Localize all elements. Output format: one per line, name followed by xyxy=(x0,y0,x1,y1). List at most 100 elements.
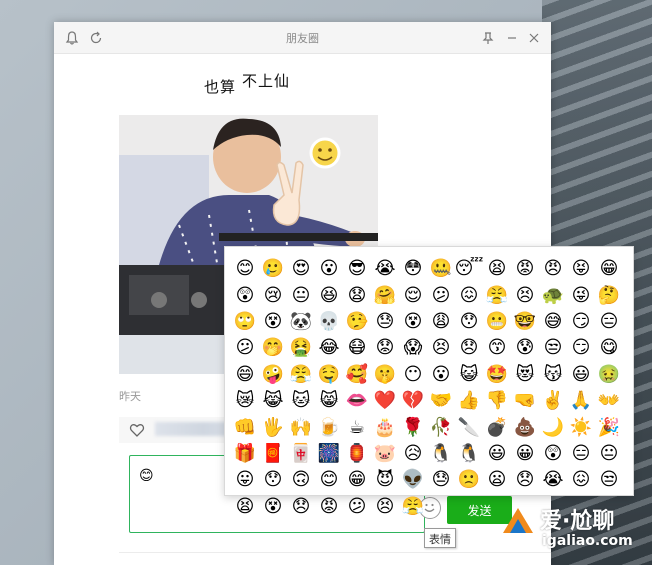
emoji-item[interactable]: 👍 xyxy=(455,388,483,414)
emoji-item[interactable]: 😲 xyxy=(231,282,259,308)
emoji-item[interactable]: 😦 xyxy=(483,467,511,493)
emoji-item[interactable]: 🌹 xyxy=(399,414,427,440)
emoji-item[interactable]: 🥀 xyxy=(427,414,455,440)
emoji-item[interactable]: 😍 xyxy=(287,256,315,282)
emoji-item[interactable]: 💣 xyxy=(483,414,511,440)
emoji-item[interactable]: 🤔 xyxy=(595,282,623,308)
emoji-item[interactable]: 🤩 xyxy=(483,362,511,388)
emoji-item[interactable]: 🐧 xyxy=(455,441,483,467)
emoji-item[interactable]: 🤢 xyxy=(595,362,623,388)
emoji-item[interactable]: 😤 xyxy=(399,494,427,520)
emoji-item[interactable]: 😓 xyxy=(427,467,455,493)
emoji-item[interactable]: 😓 xyxy=(371,309,399,335)
emoji-item[interactable]: 😌 xyxy=(399,282,427,308)
emoji-item[interactable]: 😵 xyxy=(399,309,427,335)
emoji-item[interactable]: 🐷 xyxy=(371,441,399,467)
emoji-item[interactable]: 😑 xyxy=(567,441,595,467)
emoji-item[interactable]: 🤪 xyxy=(259,362,287,388)
emoji-item[interactable]: 😻 xyxy=(511,362,539,388)
emoji-item[interactable]: 😵 xyxy=(259,309,287,335)
emoji-item[interactable]: 😞 xyxy=(287,494,315,520)
emoji-item[interactable]: 😒 xyxy=(595,467,623,493)
emoji-item[interactable]: 🤜 xyxy=(511,388,539,414)
emoji-item[interactable]: 👎 xyxy=(483,388,511,414)
emoji-item[interactable]: 😄 xyxy=(231,362,259,388)
emoji-item[interactable]: 😰 xyxy=(511,335,539,361)
emoji-item[interactable]: 😵 xyxy=(259,494,287,520)
emoji-item[interactable]: 🐼 xyxy=(287,309,315,335)
emoji-item[interactable]: 🌙 xyxy=(539,414,567,440)
emoji-item[interactable]: 🙁 xyxy=(455,467,483,493)
emoji-item[interactable]: 😯 xyxy=(259,467,287,493)
emoji-item[interactable]: 😊 xyxy=(231,256,259,282)
emoji-item[interactable]: 😒 xyxy=(539,335,567,361)
emoji-item[interactable]: 🎉 xyxy=(595,414,623,440)
emoji-item[interactable]: 🤝 xyxy=(427,388,455,414)
emoji-item[interactable]: 😕 xyxy=(343,494,371,520)
emoji-item[interactable]: 😮 xyxy=(315,256,343,282)
emoji-item[interactable]: 💩 xyxy=(511,414,539,440)
emoji-item[interactable]: 😥 xyxy=(399,441,427,467)
emoji-item[interactable]: 🎂 xyxy=(371,414,399,440)
emoji-item[interactable]: 🥲 xyxy=(259,256,287,282)
emoji-item[interactable]: 😣 xyxy=(427,335,455,361)
emoji-item[interactable]: 💀 xyxy=(315,309,343,335)
emoji-item[interactable]: 🐱 xyxy=(287,388,315,414)
emoji-item[interactable]: 😏 xyxy=(567,335,595,361)
emoji-item[interactable]: 👄 xyxy=(343,388,371,414)
emoji-item[interactable]: 😸 xyxy=(315,388,343,414)
emoji-item[interactable]: 🀄 xyxy=(287,441,315,467)
emoji-item[interactable]: 😡 xyxy=(511,256,539,282)
emoji-item[interactable]: 😱 xyxy=(399,335,427,361)
emoji-item[interactable]: 😳 xyxy=(399,256,427,282)
emoji-item[interactable]: 😣 xyxy=(511,282,539,308)
emoji-item[interactable]: 😞 xyxy=(455,335,483,361)
emoji-item[interactable]: 🙃 xyxy=(287,467,315,493)
close-icon[interactable] xyxy=(526,30,542,46)
emoji-item[interactable]: 😝 xyxy=(567,256,595,282)
emoji-item[interactable]: 😞 xyxy=(511,467,539,493)
emoji-item[interactable]: 😈 xyxy=(371,467,399,493)
emoji-item[interactable]: 🤮 xyxy=(287,335,315,361)
emoji-item[interactable]: 😭 xyxy=(371,256,399,282)
emoji-item[interactable]: 😤 xyxy=(287,362,315,388)
emoji-item[interactable]: 😧 xyxy=(343,282,371,308)
emoji-item[interactable]: 😹 xyxy=(259,388,287,414)
emoji-item[interactable]: ☕ xyxy=(343,414,371,440)
emoji-item[interactable]: 🔪 xyxy=(455,414,483,440)
emoji-item[interactable]: 😶 xyxy=(399,362,427,388)
emoji-item[interactable]: 😊 xyxy=(315,467,343,493)
emoji-item[interactable]: 😕 xyxy=(427,282,455,308)
emoji-item[interactable]: 😛 xyxy=(231,467,259,493)
emoji-item[interactable]: 🙄 xyxy=(231,309,259,335)
emoji-item[interactable]: 🖐️ xyxy=(259,414,287,440)
emoji-item[interactable]: 😤 xyxy=(483,282,511,308)
emoji-item[interactable]: 🤐 xyxy=(427,256,455,282)
emoji-item[interactable]: 😫 xyxy=(483,256,511,282)
emoji-item[interactable]: 😯 xyxy=(455,309,483,335)
minimize-icon[interactable] xyxy=(504,30,520,46)
emoji-item[interactable]: 😁 xyxy=(595,256,623,282)
emoji-item[interactable]: ☀️ xyxy=(567,414,595,440)
emoji-item[interactable]: 😕 xyxy=(231,335,259,361)
emoji-item[interactable]: 🤭 xyxy=(259,335,287,361)
emoji-item[interactable]: 🎁 xyxy=(231,441,259,467)
emoji-item[interactable]: 😟 xyxy=(371,335,399,361)
emoji-item[interactable]: 😿 xyxy=(231,388,259,414)
emoji-item[interactable]: ✌️ xyxy=(539,388,567,414)
emoji-item[interactable]: 🧧 xyxy=(259,441,287,467)
emoji-item[interactable]: 👽 xyxy=(399,467,427,493)
emoji-item[interactable]: 😷 xyxy=(343,335,371,361)
emoji-item[interactable]: 🐧 xyxy=(427,441,455,467)
emoji-item[interactable]: 🙌 xyxy=(287,414,315,440)
emoji-item[interactable]: 😩 xyxy=(427,309,455,335)
emoji-item[interactable]: 😃 xyxy=(567,362,595,388)
emoji-item[interactable]: 👊 xyxy=(231,414,259,440)
emoji-item[interactable]: 💔 xyxy=(399,388,427,414)
emoji-item[interactable]: 😣 xyxy=(371,494,399,520)
emoji-item[interactable]: 😋 xyxy=(595,335,623,361)
emoji-item[interactable]: 🥰 xyxy=(343,362,371,388)
emoji-item[interactable]: 😐 xyxy=(595,441,623,467)
heart-icon[interactable] xyxy=(129,422,145,438)
emoji-item[interactable]: 😜 xyxy=(567,282,595,308)
